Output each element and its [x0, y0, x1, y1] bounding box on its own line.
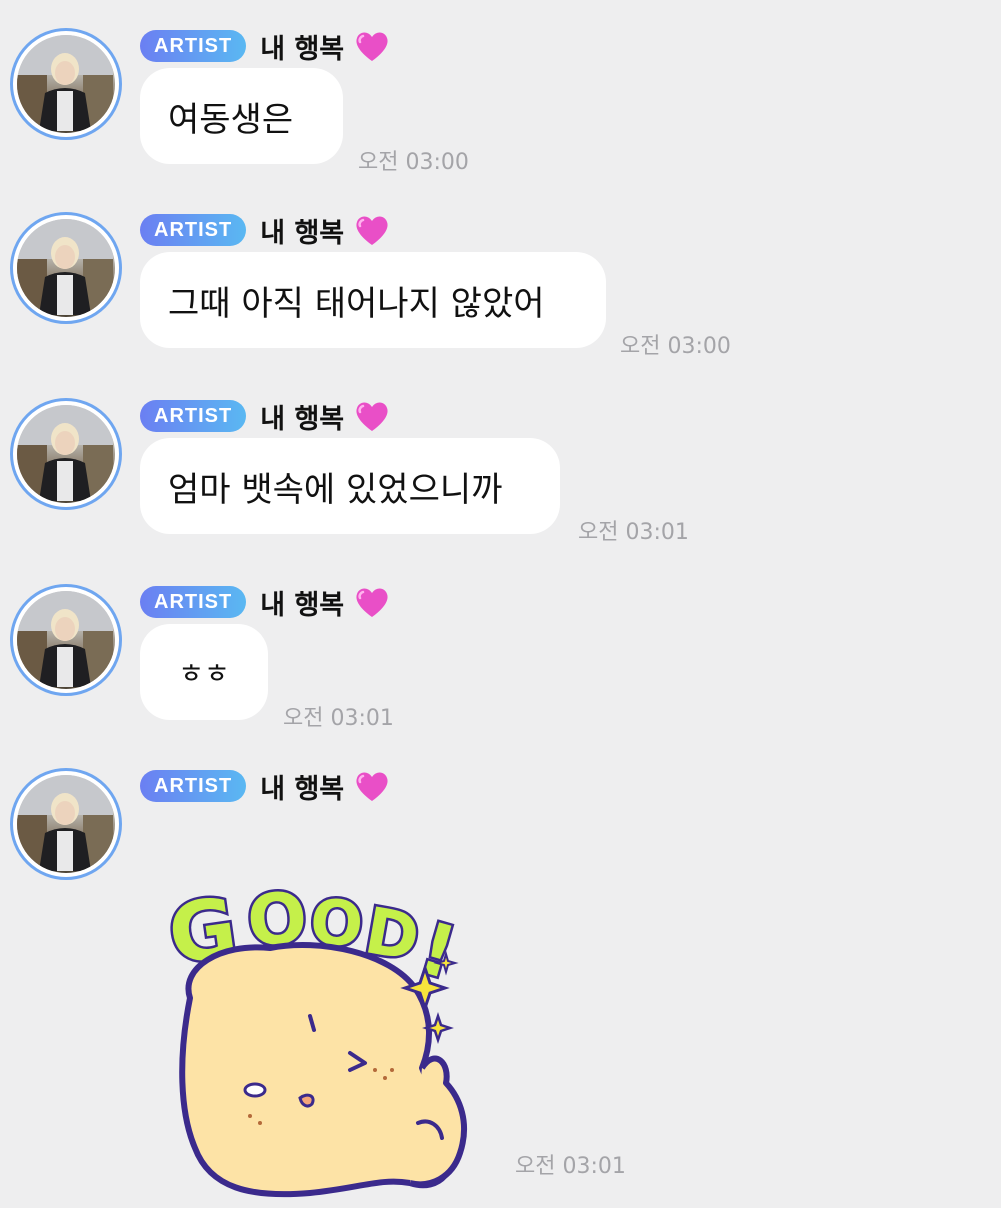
sender-name: 내 행복: [260, 403, 345, 435]
message-time: 오전 03:00: [620, 334, 731, 359]
purple-heart-icon: [356, 32, 388, 61]
artist-badge: ARTIST: [140, 586, 247, 618]
message-time: 오전 03:01: [283, 706, 394, 731]
avatar-photo: [17, 405, 115, 503]
artist-badge: ARTIST: [140, 400, 247, 432]
message-item: ARTIST 내 행복 ㅎㅎ 오전 03:01: [0, 584, 1001, 734]
sender-name: 내 행복: [260, 773, 345, 805]
message-bubble[interactable]: 그때 아직 태어나지 않았어: [140, 252, 606, 348]
good-sticker[interactable]: G O O D !: [160, 848, 490, 1208]
message-item: ARTIST 내 행복 여동생은 오전 03:00: [0, 28, 1001, 178]
message-header: ARTIST 내 행복: [140, 768, 390, 805]
message-header: ARTIST 내 행복: [140, 212, 390, 249]
message-item: ARTIST 내 행복 엄마 뱃속에 있었으니까 오전 03:01: [0, 398, 1001, 548]
avatar[interactable]: [10, 28, 122, 140]
message-bubble[interactable]: ㅎㅎ: [140, 624, 268, 720]
sender-name: 내 행복: [260, 33, 345, 65]
artist-badge: ARTIST: [140, 214, 247, 246]
avatar[interactable]: [10, 398, 122, 510]
message-item: ARTIST 내 행복 그때 아직 태어나지 않았어 오전 03:00: [0, 212, 1001, 362]
sender-name: 내 행복: [260, 217, 345, 249]
avatar-photo: [17, 591, 115, 689]
avatar-photo: [17, 35, 115, 133]
message-bubble[interactable]: 여동생은: [140, 68, 343, 164]
message-time: 오전 03:01: [578, 520, 689, 545]
message-item: ARTIST 내 행복 G O O D ! 오전 03:01: [0, 768, 1001, 1198]
message-header: ARTIST 내 행복: [140, 398, 390, 435]
artist-badge: ARTIST: [140, 770, 247, 802]
artist-badge: ARTIST: [140, 30, 247, 62]
message-header: ARTIST 내 행복: [140, 28, 390, 65]
message-header: ARTIST 내 행복: [140, 584, 390, 621]
avatar-photo: [17, 775, 115, 873]
avatar-photo: [17, 219, 115, 317]
avatar[interactable]: [10, 212, 122, 324]
avatar[interactable]: [10, 768, 122, 880]
message-time: 오전 03:01: [515, 1154, 626, 1179]
sender-name: 내 행복: [260, 589, 345, 621]
purple-heart-icon: [356, 772, 388, 801]
purple-heart-icon: [356, 588, 388, 617]
purple-heart-icon: [356, 216, 388, 245]
purple-heart-icon: [356, 402, 388, 431]
avatar[interactable]: [10, 584, 122, 696]
message-bubble[interactable]: 엄마 뱃속에 있었으니까: [140, 438, 560, 534]
message-time: 오전 03:00: [358, 150, 469, 175]
